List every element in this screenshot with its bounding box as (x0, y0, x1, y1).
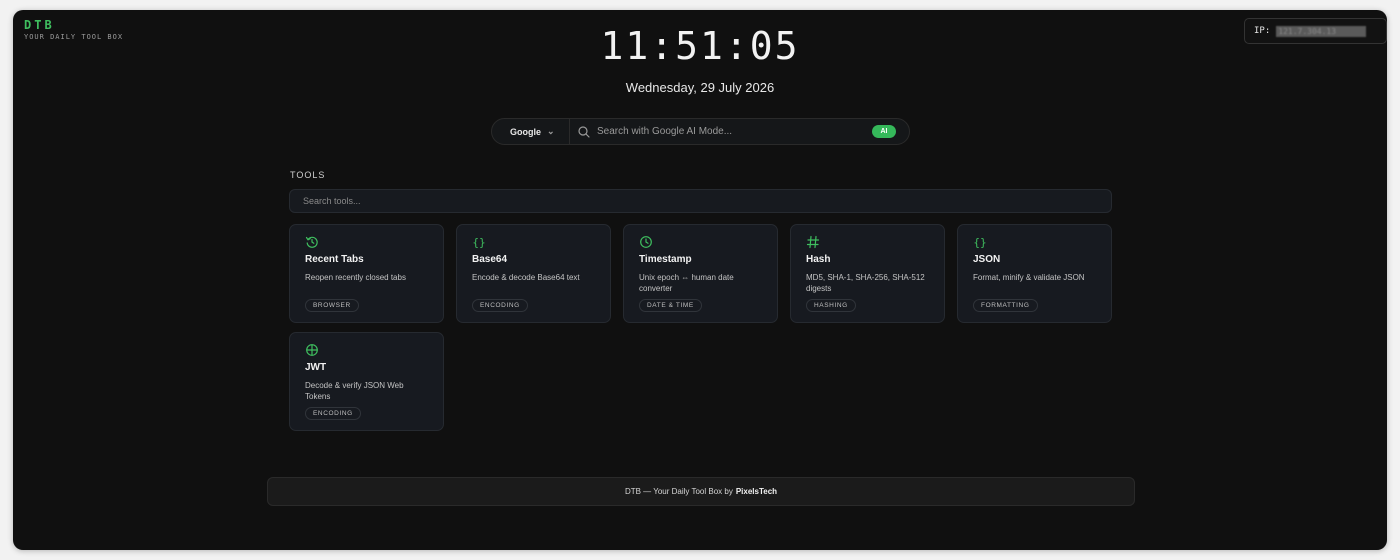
tool-card-timestamp[interactable]: Timestamp Unix epoch ⇔ human date conver… (623, 224, 778, 323)
search-engine-label: Google (510, 126, 541, 137)
tool-card-tag: ENCODING (305, 407, 361, 420)
tool-card-tag: DATE & TIME (639, 299, 702, 312)
tool-card-jwt[interactable]: JWT Decode & verify JSON Web Tokens ENCO… (289, 332, 444, 431)
globe-icon (306, 344, 318, 356)
tool-card-tag: ENCODING (472, 299, 528, 312)
search-icon (578, 125, 590, 138)
hash-icon (806, 235, 820, 249)
clock-date: Wednesday, 29 July 2026 (625, 80, 775, 95)
clock-time: 11:51:05 (600, 24, 800, 68)
tool-card-tag: FORMATTING (973, 299, 1038, 312)
tool-card-title: Recent Tabs (305, 254, 364, 265)
ai-mode-badge[interactable]: AI (872, 125, 896, 138)
search-engine-select[interactable]: Google ⌄ (492, 119, 570, 144)
app-window: DTB YOUR DAILY TOOL BOX IP: 121.7.304.13… (13, 10, 1387, 550)
tool-card-description: Encode & decode Base64 text (472, 273, 580, 282)
tool-card-recent-tabs[interactable]: Recent Tabs Reopen recently closed tabs … (289, 224, 444, 323)
tool-card-title: Base64 (472, 254, 508, 265)
tools-search-input[interactable]: Search tools... (289, 189, 1112, 213)
footer-author-link[interactable]: PixelsTech (736, 487, 777, 496)
svg-text:{}: {} (973, 236, 986, 249)
search-input[interactable]: Search with Google AI Mode... (597, 126, 872, 137)
web-search-bar: Google ⌄ Search with Google AI Mode... A… (491, 118, 910, 145)
tool-card-base64[interactable]: {} Base64 Encode & decode Base64 text EN… (456, 224, 611, 323)
tool-card-description: Reopen recently closed tabs (305, 273, 406, 282)
tool-card-description: MD5, SHA-1, SHA-256, SHA-512 digests (806, 273, 925, 293)
chevron-down-icon: ⌄ (547, 126, 555, 136)
tools-heading: TOOLS (290, 170, 326, 180)
tool-card-title: Hash (806, 254, 831, 265)
clock-icon (640, 236, 652, 248)
history-icon (305, 236, 318, 248)
footer: DTB — Your Daily Tool Box by PixelsTech (267, 477, 1135, 506)
braces-icon: {} (973, 236, 986, 249)
tool-card-tag: BROWSER (305, 299, 359, 312)
tool-card-description: Unix epoch ⇔ human date converter (639, 273, 734, 293)
braces-icon: {} (472, 236, 485, 249)
tool-card-title: JWT (305, 362, 327, 373)
tool-card-description: Decode & verify JSON Web Tokens (305, 381, 404, 401)
tool-card-tag: HASHING (806, 299, 856, 312)
tool-card-title: JSON (973, 254, 1001, 265)
tool-card-hash[interactable]: Hash MD5, SHA-1, SHA-256, SHA-512 digest… (790, 224, 945, 323)
tool-card-title: Timestamp (639, 254, 692, 265)
svg-text:{}: {} (472, 236, 485, 249)
tool-card-json[interactable]: {} JSON Format, minify & validate JSON F… (957, 224, 1112, 323)
footer-text: DTB — Your Daily Tool Box by (624, 487, 733, 496)
tool-card-description: Format, minify & validate JSON (973, 273, 1085, 282)
